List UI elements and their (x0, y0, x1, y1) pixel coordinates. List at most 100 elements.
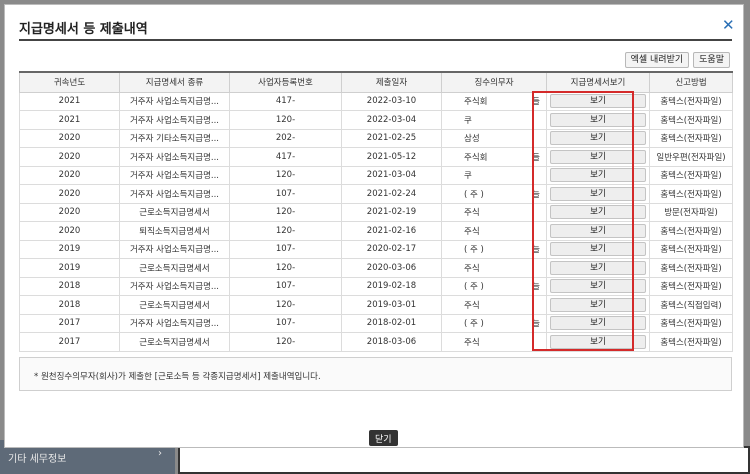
column-header: 사업자등록번호 (229, 71, 342, 93)
submission-date-cell: 2019-02-18 (341, 276, 442, 296)
table-row: 2018 근로소득지급명세서 120- 2019-03-01 주식 보기 홈텍스(직접입력) (19, 295, 733, 315)
statement-type-cell: 근로소득지급명세서 (119, 295, 230, 315)
year-cell: 2019 (19, 258, 120, 278)
filing-method-cell: 홈텍스(전자파일) (649, 128, 733, 148)
view-statement-button[interactable]: 보기 (550, 223, 646, 238)
notice-box: * 원천징수의무자(회사)가 제출한 [근로소득 등 각종지급명세서] 제출내역… (19, 357, 732, 391)
column-header: 징수의무자 (441, 71, 547, 93)
column-header: 지급명세서보기 (546, 71, 650, 93)
filing-method-cell: 홈텍스(전자파일) (649, 165, 733, 185)
payer-cell: 주식 (441, 332, 547, 352)
payer-name: 주식회 (464, 97, 488, 108)
table-toolbar: 엑셀 내려받기 도움말 (624, 52, 730, 68)
filing-method-cell: 홈텍스(전자파일) (649, 313, 733, 333)
column-header: 신고방법 (649, 71, 733, 93)
title-divider (19, 39, 732, 41)
view-cell: 보기 (546, 239, 650, 259)
business-number-cell: 120- (229, 258, 342, 278)
column-header: 제출일자 (341, 71, 442, 93)
view-statement-button[interactable]: 보기 (550, 94, 646, 109)
submission-date-cell: 2021-03-04 (341, 165, 442, 185)
business-number-cell: 107- (229, 313, 342, 333)
statement-type-cell: 퇴직소득지급명세서 (119, 221, 230, 241)
view-statement-button[interactable]: 보기 (550, 297, 646, 312)
table-row: 2020 근로소득지급명세서 120- 2021-02-19 주식 보기 방문(전자파일) (19, 202, 733, 222)
view-cell: 보기 (546, 147, 650, 167)
view-statement-button[interactable]: 보기 (550, 279, 646, 294)
statement-type-cell: 근로소득지급명세서 (119, 202, 230, 222)
year-cell: 2020 (19, 147, 120, 167)
payer-cell: ( 주 ) 늘 (441, 276, 547, 296)
excel-download-button[interactable]: 엑셀 내려받기 (624, 52, 690, 68)
statement-type-cell: 거주자 사업소득지급명... (119, 239, 230, 259)
view-statement-button[interactable]: 보기 (550, 168, 646, 183)
close-icon[interactable]: ✕ (722, 16, 735, 34)
background-panel-label[interactable]: 기타 세무정보 (8, 450, 66, 465)
table-body: 2021 거주자 사업소득지급명... 417- 2022-03-10 주식회 들 보기 홈텍… (19, 91, 733, 352)
submission-date-cell: 2019-03-01 (341, 295, 442, 315)
modal-title: 지급명세서 등 제출내역 (19, 22, 148, 37)
payer-cell: ( 주 ) 늘 (441, 239, 547, 259)
payer-name: ( 주 ) (464, 282, 484, 293)
close-button[interactable]: 닫기 (369, 430, 398, 446)
submission-date-cell: 2021-02-24 (341, 184, 442, 204)
year-cell: 2017 (19, 313, 120, 333)
table-header-row: 귀속년도 지급명세서 종류 사업자등록번호 제출일자 징수의무자 지급명세서보기 신고방법 (19, 71, 733, 93)
submission-date-cell: 2018-03-06 (341, 332, 442, 352)
table-row: 2021 거주자 사업소득지급명... 120- 2022-03-04 쿠 보기 홈텍스(전… (19, 110, 733, 130)
view-statement-button[interactable]: 보기 (550, 149, 646, 164)
submission-date-cell: 2021-05-12 (341, 147, 442, 167)
payer-name-tail: 들 (532, 97, 540, 108)
view-statement-button[interactable]: 보기 (550, 205, 646, 220)
payer-cell: ( 주 ) 늘 (441, 184, 547, 204)
view-cell: 보기 (546, 332, 650, 352)
payer-name: 삼성 (464, 134, 480, 145)
year-cell: 2019 (19, 239, 120, 259)
business-number-cell: 417- (229, 91, 342, 111)
business-number-cell: 120- (229, 202, 342, 222)
submission-table: 귀속년도 지급명세서 종류 사업자등록번호 제출일자 징수의무자 지급명세서보기 신고방법 … (19, 71, 733, 352)
submission-date-cell: 2021-02-19 (341, 202, 442, 222)
payer-cell: 쿠 (441, 165, 547, 185)
view-statement-button[interactable]: 보기 (550, 186, 646, 201)
table-row: 2020 거주자 사업소득지급명... 417- 2021-05-12 주식회 들 보기 일반… (19, 147, 733, 167)
view-statement-button[interactable]: 보기 (550, 334, 646, 349)
view-statement-button[interactable]: 보기 (550, 112, 646, 127)
payer-name: 주식 (464, 300, 480, 311)
view-cell: 보기 (546, 91, 650, 111)
payer-name: ( 주 ) (464, 245, 484, 256)
filing-method-cell: 방문(전자파일) (649, 202, 733, 222)
business-number-cell: 120- (229, 110, 342, 130)
payer-cell: 주식 (441, 295, 547, 315)
view-statement-button[interactable]: 보기 (550, 260, 646, 275)
year-cell: 2018 (19, 276, 120, 296)
view-statement-button[interactable]: 보기 (550, 131, 646, 146)
filing-method-cell: 홈텍스(전자파일) (649, 258, 733, 278)
payer-name-tail: 늘 (532, 282, 540, 293)
payer-name: 쿠 (464, 171, 472, 182)
payer-name-tail: 들 (532, 152, 540, 163)
filing-method-cell: 홈텍스(전자파일) (649, 276, 733, 296)
statement-type-cell: 거주자 사업소득지급명... (119, 147, 230, 167)
payer-name: 주식 (464, 263, 480, 274)
view-cell: 보기 (546, 128, 650, 148)
view-statement-button[interactable]: 보기 (550, 316, 646, 331)
background-content-box (178, 446, 750, 474)
business-number-cell: 120- (229, 295, 342, 315)
business-number-cell: 120- (229, 332, 342, 352)
payer-name: 주식 (464, 337, 480, 348)
statement-type-cell: 거주자 사업소득지급명... (119, 276, 230, 296)
table-row: 2019 거주자 사업소득지급명... 107- 2020-02-17 ( 주 ) 늘 보기… (19, 239, 733, 259)
business-number-cell: 107- (229, 276, 342, 296)
table-row: 2019 근로소득지급명세서 120- 2020-03-06 주식 보기 홈텍스(전자파일) (19, 258, 733, 278)
view-statement-button[interactable]: 보기 (550, 242, 646, 257)
business-number-cell: 120- (229, 165, 342, 185)
submission-date-cell: 2021-02-16 (341, 221, 442, 241)
filing-method-cell: 홈텍스(전자파일) (649, 221, 733, 241)
help-button[interactable]: 도움말 (693, 52, 730, 68)
filing-method-cell: 홈텍스(전자파일) (649, 110, 733, 130)
payer-name-tail: 늘 (532, 189, 540, 200)
submission-date-cell: 2022-03-10 (341, 91, 442, 111)
payer-cell: 주식 (441, 221, 547, 241)
statement-type-cell: 거주자 사업소득지급명... (119, 110, 230, 130)
